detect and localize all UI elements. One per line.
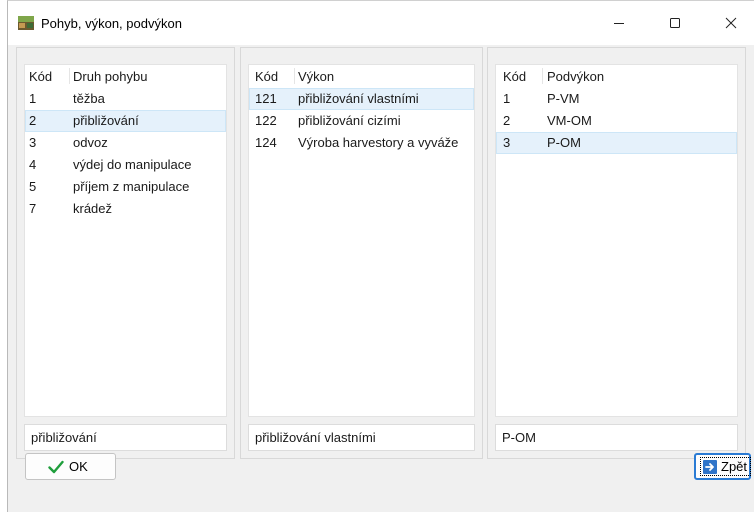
- item-name: odvoz: [73, 135, 108, 150]
- column-header-subperformance[interactable]: Podvýkon: [547, 65, 737, 89]
- subperformance-selected-field: P-OM: [495, 424, 738, 451]
- item-name: P-OM: [547, 135, 581, 150]
- subperformance-panel: Kód Podvýkon 1 P-VM 2 VM-OM 3 P-OM P-OM: [487, 47, 746, 459]
- performance-panel: Kód Výkon 121 přibližování vlastními 122…: [240, 47, 483, 459]
- column-header-performance[interactable]: Výkon: [298, 65, 474, 89]
- list-item[interactable]: 1 P-VM: [496, 88, 737, 110]
- item-name: Výroba harvestory a vyváže: [298, 135, 459, 150]
- dialog-window: Pohyb, výkon, podvýkon Kód Druh pohybu 1…: [7, 0, 754, 512]
- list-item[interactable]: 3 odvoz: [25, 132, 226, 154]
- close-button[interactable]: [708, 1, 754, 45]
- item-code: 121: [255, 91, 277, 106]
- movement-list[interactable]: Kód Druh pohybu 1 těžba 2 přibližování 3…: [24, 64, 227, 417]
- item-name: VM-OM: [547, 113, 592, 128]
- item-code: 1: [29, 91, 37, 106]
- movement-selected-field: přibližování: [24, 424, 227, 451]
- maximize-button[interactable]: [652, 1, 698, 45]
- column-header-code[interactable]: Kód: [503, 65, 543, 89]
- list-item[interactable]: 2 VM-OM: [496, 110, 737, 132]
- checkmark-icon: [48, 460, 64, 474]
- list-item[interactable]: 1 těžba: [25, 88, 226, 110]
- column-separator[interactable]: [542, 68, 543, 84]
- minimize-button[interactable]: [596, 1, 642, 45]
- item-code: 5: [29, 179, 37, 194]
- item-name: krádež: [73, 201, 113, 216]
- list-item[interactable]: 7 krádež: [25, 198, 226, 220]
- ok-button-label: OK: [69, 459, 88, 474]
- app-icon: [18, 16, 34, 30]
- list-item[interactable]: 5 příjem z manipulace: [25, 176, 226, 198]
- item-name: příjem z manipulace: [73, 179, 190, 194]
- item-code: 2: [503, 113, 511, 128]
- list-header: Kód Výkon: [249, 65, 474, 88]
- item-code: 3: [503, 135, 511, 150]
- window-title: Pohyb, výkon, podvýkon: [41, 16, 182, 31]
- item-name: přibližování: [73, 113, 139, 128]
- column-separator[interactable]: [69, 68, 70, 84]
- column-header-code[interactable]: Kód: [255, 65, 295, 89]
- list-item[interactable]: 4 výdej do manipulace: [25, 154, 226, 176]
- item-name: přibližování cizími: [298, 113, 401, 128]
- minimize-icon: [614, 23, 624, 24]
- item-code: 2: [29, 113, 37, 128]
- ok-button[interactable]: OK: [25, 453, 116, 480]
- item-name: těžba: [73, 91, 105, 106]
- item-name: P-VM: [547, 91, 580, 106]
- list-item-selected[interactable]: 3 P-OM: [496, 132, 737, 154]
- list-item[interactable]: 122 přibližování cizími: [249, 110, 474, 132]
- item-code: 4: [29, 157, 37, 172]
- list-item-selected[interactable]: 2 přibližování: [25, 110, 226, 132]
- back-button[interactable]: Zpět: [694, 453, 752, 480]
- performance-selected-field: přibližování vlastními: [248, 424, 475, 451]
- list-header: Kód Druh pohybu: [25, 65, 226, 88]
- maximize-icon: [670, 18, 680, 28]
- column-separator[interactable]: [294, 68, 295, 84]
- movement-panel: Kód Druh pohybu 1 těžba 2 přibližování 3…: [16, 47, 235, 459]
- column-header-movement[interactable]: Druh pohybu: [73, 65, 226, 89]
- focus-rect: Zpět: [700, 457, 752, 476]
- item-code: 124: [255, 135, 277, 150]
- item-name: přibližování vlastními: [298, 91, 419, 106]
- item-code: 1: [503, 91, 511, 106]
- list-item[interactable]: 124 Výroba harvestory a vyváže: [249, 132, 474, 154]
- item-code: 3: [29, 135, 37, 150]
- performance-list[interactable]: Kód Výkon 121 přibližování vlastními 122…: [248, 64, 475, 417]
- item-code: 122: [255, 113, 277, 128]
- exit-arrow-icon: [703, 459, 717, 474]
- back-button-label: Zpět: [721, 459, 748, 474]
- close-icon: [725, 17, 737, 29]
- subperformance-list[interactable]: Kód Podvýkon 1 P-VM 2 VM-OM 3 P-OM: [495, 64, 738, 417]
- list-header: Kód Podvýkon: [496, 65, 737, 88]
- list-item-selected[interactable]: 121 přibližování vlastními: [249, 88, 474, 110]
- item-name: výdej do manipulace: [73, 157, 192, 172]
- title-bar[interactable]: Pohyb, výkon, podvýkon: [8, 1, 754, 45]
- column-header-code[interactable]: Kód: [29, 65, 71, 89]
- item-code: 7: [29, 201, 37, 216]
